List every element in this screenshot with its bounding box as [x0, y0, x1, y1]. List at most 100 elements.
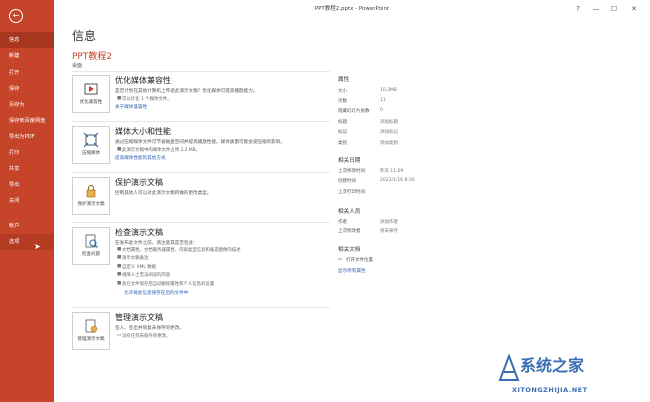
manage-presentation-label: 管理演示文稿 — [77, 337, 105, 342]
document-icon: ▭ — [117, 333, 122, 338]
show-all-properties-link[interactable]: 显示所有属性 — [338, 268, 366, 274]
back-arrow-icon[interactable]: ← — [9, 9, 23, 23]
nav-item-info[interactable]: 信息 — [0, 32, 54, 48]
section-desc: 控制其他人可以对此演示文稿所做的更改类型。 — [115, 191, 212, 196]
help-button[interactable]: ? — [570, 0, 586, 18]
minimize-button[interactable]: — — [588, 0, 604, 18]
nav-item-open[interactable]: 打开 — [0, 65, 54, 81]
section-title: 保护演示文稿 — [115, 178, 163, 187]
media-performance-link[interactable]: 提高媒体性能的其他方式 — [115, 155, 166, 161]
section-optimize-media: 优化兼容性 优化媒体兼容性 是否计划在其他计算机上传递此演示文稿？优化媒体可提高… — [72, 75, 330, 115]
watermark-title: 系统之家 — [520, 356, 585, 375]
property-key: 上次打印时间 — [338, 190, 365, 195]
section-desc: 签入、签出并恢复未保存的更改。 — [115, 326, 184, 331]
property-key: 页数 — [338, 99, 347, 104]
property-key: 创建时间 — [338, 179, 356, 184]
bullet-icon: ■ — [117, 147, 122, 152]
lock-icon — [86, 185, 96, 198]
bullet-icon: ■ — [117, 255, 122, 260]
section-divider — [72, 222, 330, 223]
section-desc: 在发布此文件之前，请注意其是否包含： — [115, 241, 198, 246]
inspect-bullet: 会在文件保存后自动删除属性和个人信息的设置 — [122, 282, 215, 287]
bullet-icon: ■ — [117, 96, 122, 101]
section-manage: 管理演示文稿 管理演示文稿 签入、签出并恢复未保存的更改。 ▭ 没有任何未保存的… — [72, 312, 330, 352]
manage-presentation-button[interactable]: 管理演示文稿 — [72, 312, 110, 350]
folder-icon: ▭ — [338, 257, 343, 262]
mouse-cursor-icon: ➤ — [34, 242, 41, 251]
section-inspect: 检查问题 检查演示文稿 在发布此文件之前，请注意其是否包含： ■ 文档属性、文档… — [72, 227, 330, 302]
inspect-bullet: 视障人士无法阅读的内容 — [122, 273, 171, 278]
nav-item-share[interactable]: 共享 — [0, 161, 54, 177]
section-desc: 是否计划在其他计算机上传递此演示文稿？优化媒体可提高播放能力。 — [115, 89, 258, 94]
property-key: 上次修改时间 — [338, 169, 365, 174]
section-divider — [72, 121, 330, 122]
nav-item-save[interactable]: 保存 — [0, 81, 54, 97]
bullet-icon: ■ — [117, 264, 122, 269]
property-key: 大小 — [338, 89, 347, 94]
property-key: 隐藏幻灯片张数 — [338, 109, 370, 114]
allow-save-info-link[interactable]: 允许将此信息保存在您的文件中 — [124, 290, 188, 296]
check-issues-label: 检查问题 — [82, 252, 100, 257]
page-title: 信息 — [72, 29, 97, 43]
section-sub: 此演示文稿中的媒体文件占用 2.2 MB。 — [122, 148, 201, 153]
nav-item-account[interactable]: 帐户 — [0, 218, 54, 234]
media-optimize-icon — [84, 83, 98, 95]
compress-media-icon — [83, 132, 99, 148]
compress-media-label: 压缩媒体 — [82, 151, 100, 156]
watermark-url: XITONGZHIJIA.NET — [512, 386, 588, 394]
title-field[interactable]: 添加标题 — [380, 119, 398, 125]
protect-presentation-label: 保护演示文稿 — [77, 202, 105, 207]
section-title: 媒体大小和性能 — [115, 127, 171, 136]
inspect-bullet: 自定义 XML 数据 — [122, 265, 156, 270]
category-field[interactable]: 添加类别 — [380, 140, 398, 146]
property-value: 11 — [380, 98, 386, 103]
property-value: 10.3MB — [380, 88, 397, 93]
bullet-icon: ■ — [117, 247, 122, 252]
section-title: 检查演示文稿 — [115, 228, 163, 237]
close-button[interactable]: ✕ — [626, 0, 642, 18]
nav-item-save-baidu[interactable]: 保存到百度网盘 — [0, 113, 54, 129]
related-dates-header: 相关日期 — [338, 158, 361, 164]
media-compatibility-link[interactable]: 关于媒体兼容性 — [115, 104, 147, 110]
related-people-header: 相关人员 — [338, 209, 361, 215]
property-value: 0 — [380, 108, 383, 113]
section-media-size: 压缩媒体 媒体大小和性能 通过压缩媒体文件可节省磁盘空间并提高播放性能。媒体质量… — [72, 126, 330, 166]
property-value: 昨天 11:09 — [380, 169, 404, 174]
open-file-location-link[interactable]: 打开文件位置 — [346, 257, 373, 263]
protect-presentation-button[interactable]: 保护演示文稿 — [72, 177, 110, 215]
bullet-icon: ■ — [117, 272, 122, 277]
nav-item-new[interactable]: 新建 — [0, 48, 54, 64]
watermark-logo — [498, 354, 520, 381]
optimize-compatibility-button[interactable]: 优化兼容性 — [72, 75, 110, 113]
nav-item-export[interactable]: 导出 — [0, 177, 54, 193]
property-key: 作者 — [338, 220, 347, 225]
tags-field[interactable]: 添加标记 — [380, 129, 398, 135]
nav-item-close[interactable]: 关闭 — [0, 193, 54, 209]
property-key: 标题 — [338, 120, 347, 125]
compress-media-button[interactable]: 压缩媒体 — [72, 126, 110, 164]
author-field[interactable]: 添加作者 — [380, 219, 398, 225]
nav-item-export-pdf[interactable]: 导出为PDF — [0, 129, 54, 145]
check-issues-button[interactable]: 检查问题 — [72, 227, 110, 265]
maximize-button[interactable]: ☐ — [606, 0, 622, 18]
related-docs-header: 相关文档 — [338, 247, 361, 253]
file-path-link[interactable]: 桌面 — [72, 62, 82, 69]
properties-header[interactable]: 属性 — [338, 75, 349, 83]
nav-item-print[interactable]: 打印 — [0, 145, 54, 161]
window-title: PPT教程2.pptx - PowerPoint — [314, 6, 390, 12]
inspect-bullet: 演示文稿备注 — [122, 256, 149, 261]
section-divider — [72, 71, 330, 72]
property-key: 上次修改者 — [338, 229, 361, 234]
property-value: 尚未保存 — [380, 229, 398, 234]
section-protect: 保护演示文稿 保护演示文稿 控制其他人可以对此演示文稿所做的更改类型。 — [72, 177, 330, 217]
file-title: PPT教程2 — [72, 52, 113, 62]
property-key: 类别 — [338, 141, 347, 146]
inspect-bullet: 文档属性、文档服务器属性、内容类型信息和备选图像的描述 — [122, 248, 241, 253]
nav-item-save-as[interactable]: 另存为 — [0, 97, 54, 113]
section-sub: 没有任何未保存的更改。 — [122, 334, 171, 339]
nav-item-options[interactable]: 选项 — [0, 234, 54, 250]
backstage-sidebar: ← 信息 新建 打开 保存 另存为 保存到百度网盘 导出为PDF 打印 共享 导… — [0, 0, 54, 402]
inspect-document-icon — [85, 234, 98, 248]
manage-document-icon — [85, 319, 98, 333]
optimize-compatibility-label: 优化兼容性 — [79, 100, 103, 105]
